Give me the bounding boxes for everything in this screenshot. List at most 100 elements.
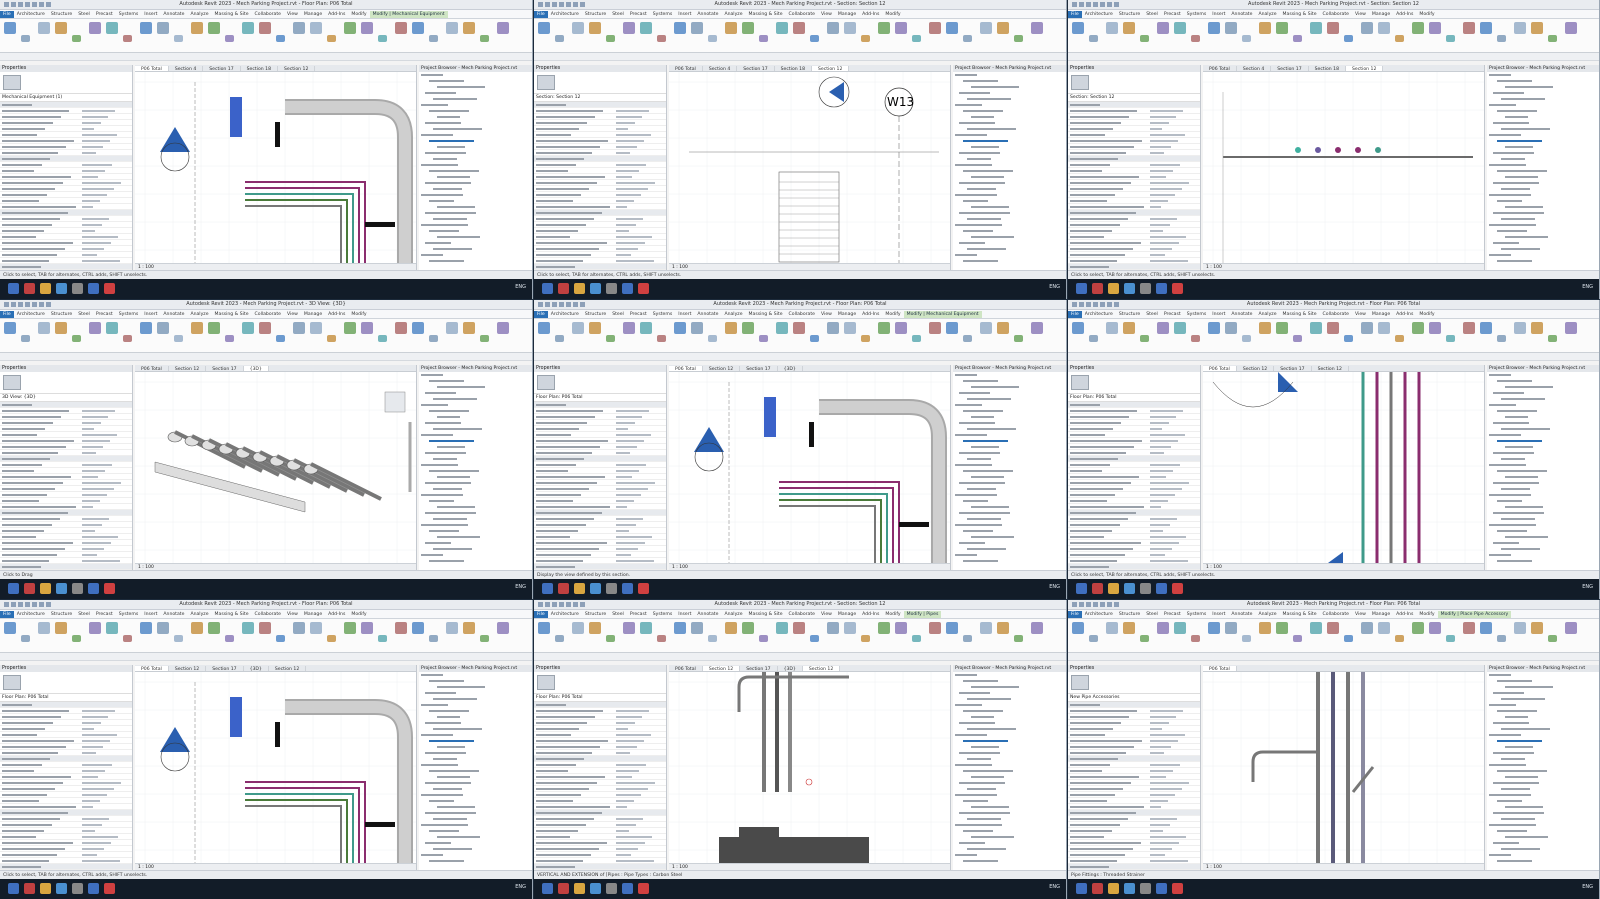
ribbon-button[interactable] [1191,335,1200,342]
ribbon-button[interactable] [276,35,285,42]
property-value[interactable] [616,721,661,725]
property-value[interactable] [82,145,127,149]
ribbon-button[interactable] [589,322,601,334]
view-control-bar[interactable]: 1 : 100 [669,563,950,570]
tab-file[interactable]: File [534,311,548,318]
property-value[interactable] [616,751,661,755]
ribbon-button[interactable] [242,622,254,634]
property-value[interactable] [616,799,661,803]
property-value[interactable] [1150,121,1195,125]
ribbon-button[interactable] [1548,35,1557,42]
taskbar-app-icon[interactable] [606,283,617,294]
property-value[interactable] [616,193,661,197]
ribbon-button[interactable] [1140,35,1149,42]
ribbon-tab[interactable]: Modify [882,611,903,618]
tab-file[interactable]: File [0,11,14,18]
ribbon-button[interactable] [344,322,356,334]
ribbon-button[interactable] [1480,22,1492,34]
ribbon-button[interactable] [793,322,805,334]
property-value[interactable] [82,841,127,845]
property-value[interactable] [616,841,661,845]
taskbar-app-icon[interactable] [590,283,601,294]
browser-item[interactable] [953,558,1066,564]
ribbon-tab[interactable]: Add-Ins [859,311,882,318]
ribbon-button[interactable] [861,35,870,42]
ribbon-button[interactable] [106,22,118,34]
ribbon-button[interactable] [589,22,601,34]
ribbon-button[interactable] [1106,22,1118,34]
property-value[interactable] [1150,421,1195,425]
ribbon-tab[interactable]: Insert [675,611,694,618]
ribbon-button[interactable] [225,335,234,342]
ribbon-button[interactable] [538,322,550,334]
ribbon-button[interactable] [378,635,387,642]
property-value[interactable] [82,229,127,233]
property-value[interactable] [616,199,661,203]
ribbon-button[interactable] [895,322,907,334]
ribbon-tab[interactable]: Manage [835,611,859,618]
property-value[interactable] [1150,181,1195,185]
property-value[interactable] [1150,415,1195,419]
ribbon-tab[interactable]: Insert [1209,611,1228,618]
ribbon-tab[interactable]: Annotate [1228,11,1255,18]
property-value[interactable] [616,463,661,467]
ribbon-button[interactable] [1378,22,1390,34]
property-value[interactable] [82,541,127,545]
ribbon-tab[interactable]: View [818,311,835,318]
tab-file[interactable]: File [534,11,548,18]
ribbon-tab[interactable]: Architecture [548,11,582,18]
ribbon-button[interactable] [980,322,992,334]
ribbon-button[interactable] [327,35,336,42]
ribbon-button[interactable] [1446,35,1455,42]
tab-file[interactable]: File [534,611,548,618]
taskbar-app-icon[interactable] [40,583,51,594]
property-value[interactable] [82,133,127,137]
ribbon-button[interactable] [1072,22,1084,34]
property-value[interactable] [82,775,127,779]
property-value[interactable] [82,451,127,455]
ribbon-button[interactable] [980,22,992,34]
ribbon-button[interactable] [708,635,717,642]
ribbon-tab[interactable]: Insert [675,11,694,18]
ribbon-button[interactable] [1531,322,1543,334]
ribbon-button[interactable] [1157,322,1169,334]
property-value[interactable] [616,793,661,797]
ribbon-tab[interactable]: Collaborate [786,11,818,18]
ribbon-tab[interactable]: View [818,611,835,618]
taskbar-app-icon[interactable] [558,883,569,894]
property-value[interactable] [82,169,127,173]
view-control-bar[interactable]: 1 : 100 [135,263,416,270]
property-value[interactable] [82,409,127,413]
ribbon-button[interactable] [293,322,305,334]
ribbon-tab[interactable]: Add-Ins [1393,611,1416,618]
ribbon-button[interactable] [446,322,458,334]
ribbon-button[interactable] [157,22,169,34]
property-value[interactable] [82,559,127,563]
property-value[interactable] [616,859,661,863]
browser-item[interactable] [419,258,532,264]
ribbon-button[interactable] [1106,322,1118,334]
property-value[interactable] [1150,847,1195,851]
ribbon-button[interactable] [708,335,717,342]
ribbon-button[interactable] [1480,322,1492,334]
ribbon-tab[interactable]: View [284,11,301,18]
property-value[interactable] [616,535,661,539]
tab-file[interactable]: File [1068,11,1082,18]
taskbar-app-icon[interactable] [1140,883,1151,894]
ribbon-button[interactable] [106,322,118,334]
taskbar-app-icon[interactable] [558,283,569,294]
ribbon-button[interactable] [555,635,564,642]
ribbon-button[interactable] [225,635,234,642]
taskbar-app-icon[interactable] [88,283,99,294]
view-control-bar[interactable]: 1 : 100 [135,563,416,570]
ribbon-tab[interactable]: Massing & Site [746,311,786,318]
taskbar-app-icon[interactable] [88,883,99,894]
ribbon-button[interactable] [208,622,220,634]
ribbon-button[interactable] [878,22,890,34]
ribbon-button[interactable] [225,35,234,42]
property-value[interactable] [82,733,127,737]
ribbon-button[interactable] [1123,22,1135,34]
property-value[interactable] [616,163,661,167]
property-value[interactable] [1150,505,1195,509]
property-value[interactable] [1150,859,1195,863]
